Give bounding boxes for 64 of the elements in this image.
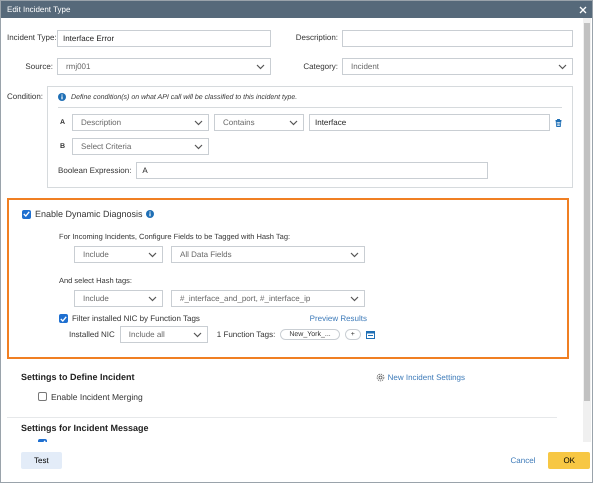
dropdown[interactable]: rmj001 bbox=[57, 58, 271, 75]
dropdown-value: Description bbox=[81, 118, 122, 127]
window-title: Edit Incident Type bbox=[7, 5, 70, 14]
new-incident-settings-link[interactable]: New Incident Settings bbox=[388, 372, 465, 382]
section-title: Settings for Incident Message bbox=[21, 423, 150, 433]
caret-icon bbox=[350, 296, 359, 302]
checkbox[interactable] bbox=[38, 392, 47, 401]
dropdown[interactable]: Include all bbox=[120, 326, 208, 343]
dropdown[interactable]: All Data Fields bbox=[171, 246, 365, 263]
caret-icon bbox=[148, 296, 157, 302]
field-label: Boolean Expression: bbox=[58, 166, 132, 175]
caret-icon bbox=[192, 332, 202, 338]
trash-icon[interactable] bbox=[555, 118, 562, 126]
dropdown-value: Include all bbox=[128, 330, 165, 339]
text-field[interactable]: A bbox=[136, 162, 488, 179]
dropdown[interactable]: Include bbox=[74, 290, 163, 307]
section-title: Settings to Define Incident bbox=[21, 372, 135, 382]
caret-icon bbox=[194, 120, 204, 126]
checkbox-label: Enable Incident Merging bbox=[51, 392, 143, 402]
info-icon bbox=[146, 210, 154, 218]
caret-icon bbox=[194, 144, 204, 150]
field-label: Description: bbox=[294, 33, 338, 42]
dropdown-value: Include bbox=[83, 250, 109, 259]
field-label: Category: bbox=[302, 62, 338, 71]
dropdown[interactable]: Include bbox=[74, 246, 163, 263]
caret-icon bbox=[256, 64, 265, 70]
checkbox-label: Filter installed NIC by Function Tags bbox=[72, 314, 200, 323]
checkbox-label: Enable Dynamic Diagnosis bbox=[35, 209, 143, 219]
dropdown-value: rmj001 bbox=[66, 62, 90, 71]
dropdown-value: #_interface_and_port, #_interface_ip bbox=[180, 294, 310, 303]
dropdown-value: Contains bbox=[223, 118, 255, 127]
info-icon bbox=[58, 93, 66, 101]
caret-icon bbox=[148, 252, 157, 258]
field-label: Installed NIC bbox=[69, 330, 115, 339]
field-label: 1 Function Tags: bbox=[216, 330, 276, 339]
caret-icon bbox=[289, 120, 298, 126]
field-label: Condition: bbox=[7, 91, 44, 101]
check-icon bbox=[23, 211, 30, 217]
text-field[interactable]: Interface bbox=[309, 114, 550, 131]
field-label: Source: bbox=[24, 62, 53, 71]
dropdown[interactable]: Contains bbox=[214, 114, 304, 131]
cancel-link[interactable]: Cancel bbox=[510, 456, 536, 465]
test-button[interactable]: Test bbox=[21, 452, 62, 469]
gear-icon[interactable] bbox=[376, 372, 385, 382]
caret-icon bbox=[350, 252, 359, 258]
checkbox[interactable] bbox=[22, 210, 31, 218]
caret-icon bbox=[558, 64, 567, 70]
dropdown-value: All Data Fields bbox=[180, 250, 232, 259]
dropdown[interactable]: Select Criteria bbox=[72, 138, 210, 155]
dropdown-value: Select Criteria bbox=[81, 142, 132, 151]
close-icon[interactable] bbox=[579, 6, 587, 14]
checkbox[interactable] bbox=[59, 314, 68, 323]
dropdown[interactable]: Description bbox=[72, 114, 210, 131]
check-icon bbox=[60, 316, 67, 322]
calendar-icon[interactable] bbox=[366, 330, 375, 338]
text-field[interactable]: Interface Error bbox=[57, 30, 271, 47]
ok-button[interactable]: OK bbox=[548, 452, 590, 469]
dropdown[interactable]: Incident bbox=[342, 58, 573, 75]
dropdown-value: Incident bbox=[351, 62, 380, 71]
preview-results-link[interactable]: Preview Results bbox=[310, 314, 367, 323]
dropdown-value: Include bbox=[83, 294, 109, 303]
dropdown[interactable]: #_interface_and_port, #_interface_ip bbox=[171, 290, 365, 307]
scrollbar[interactable] bbox=[583, 18, 591, 442]
text-field[interactable] bbox=[342, 30, 573, 47]
